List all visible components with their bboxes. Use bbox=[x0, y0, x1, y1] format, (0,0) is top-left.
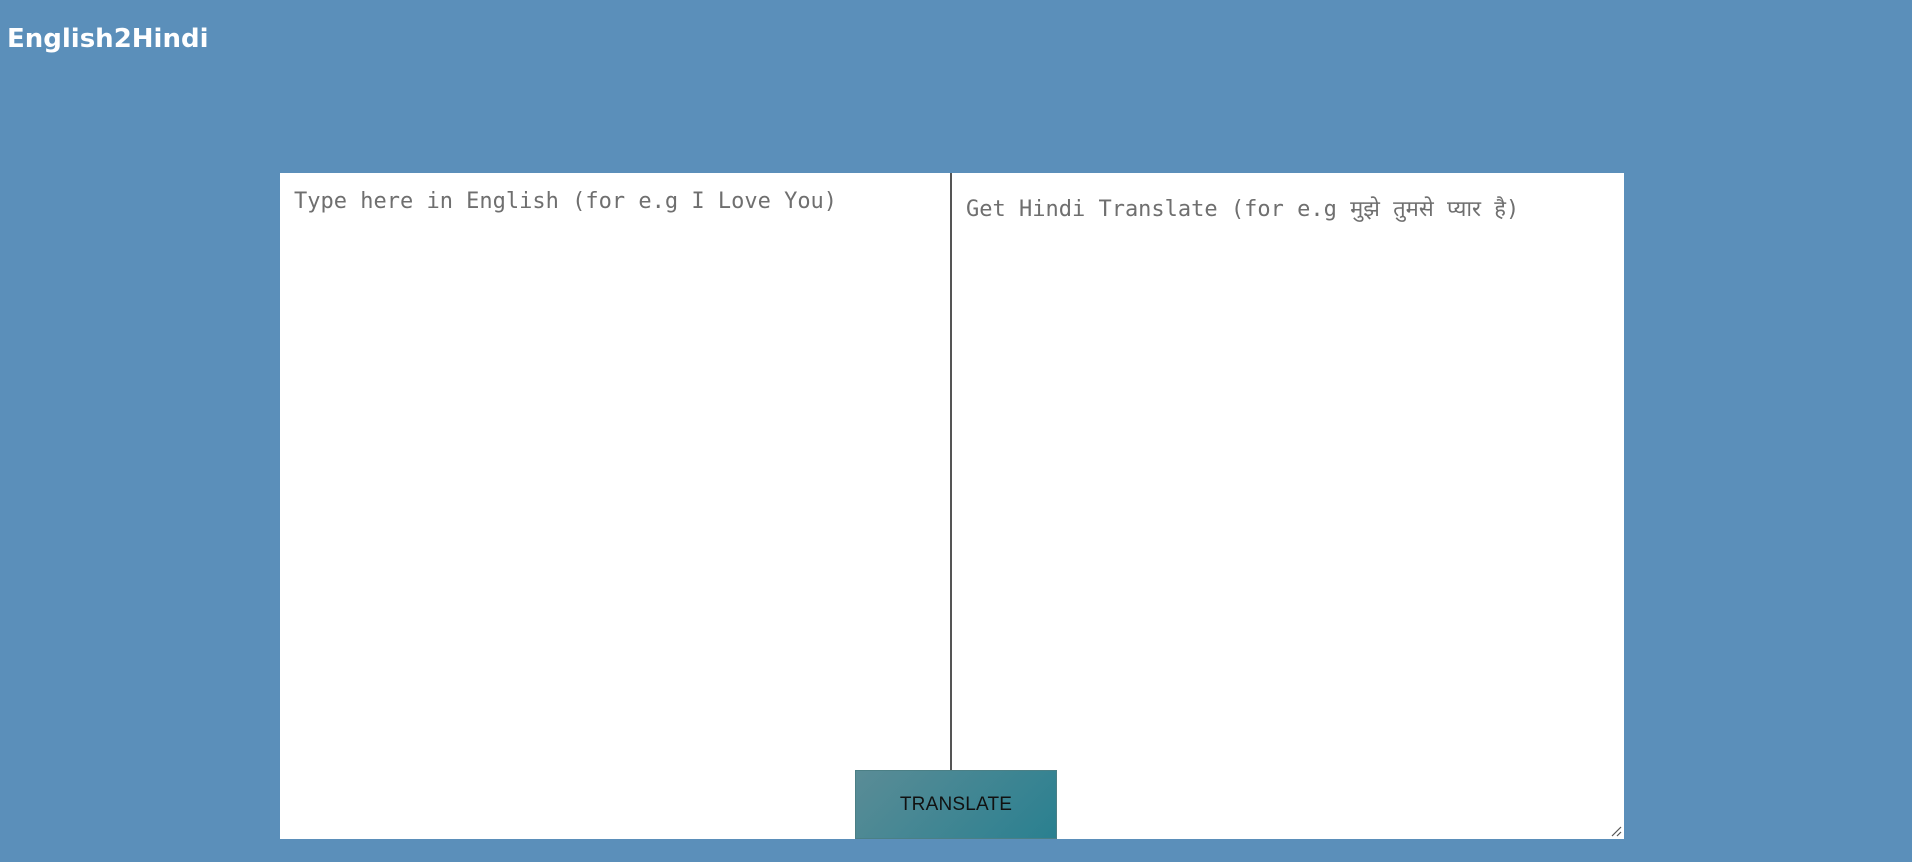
translate-button[interactable]: TRANSLATE bbox=[855, 770, 1057, 839]
app-title: English2Hindi bbox=[7, 24, 209, 54]
translator-panel bbox=[280, 173, 1624, 839]
english-input[interactable] bbox=[280, 173, 952, 839]
hindi-output[interactable] bbox=[952, 173, 1624, 839]
